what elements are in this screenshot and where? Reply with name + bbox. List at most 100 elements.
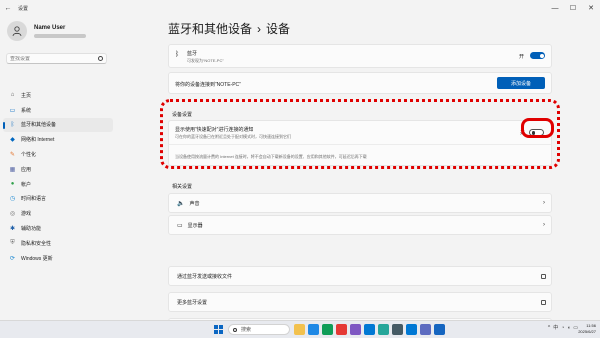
taskbar-app-0-icon[interactable]: [294, 324, 305, 335]
bluetooth-state: 开: [518, 54, 524, 60]
sidebar-item-label: 游戏: [21, 211, 32, 218]
bluetooth-title: 蓝牙: [187, 51, 198, 57]
taskbar-app-9-icon[interactable]: [420, 324, 431, 335]
system-icon: ▭: [9, 107, 16, 114]
personalization-icon: ✎: [9, 152, 16, 159]
add-device-card: 将你的设备连接到“NOTE-PC” 添加设备: [168, 72, 552, 94]
user-profile[interactable]: Name User: [7, 21, 86, 41]
sidebar-item-label: Windows 更新: [21, 255, 53, 262]
taskbar-app-1-icon[interactable]: [308, 324, 319, 335]
taskbar-search-label: 搜索: [241, 327, 252, 333]
windows-logo-tile: [214, 325, 218, 329]
sidebar-item-3[interactable]: ◆ 网络和 Internet: [3, 132, 113, 147]
taskbar: 搜索 ^ 中 ◔ ◖ ▭ 11:56 2025/6/27: [0, 320, 600, 338]
sidebar-item-7[interactable]: ◷ 时间和语言: [3, 192, 113, 207]
breadcrumb-parent[interactable]: 蓝牙和其他设备: [168, 22, 252, 36]
speaker-icon[interactable]: ◖: [567, 325, 570, 331]
sidebar-item-8[interactable]: ◎ 游戏: [3, 206, 113, 221]
sidebar-item-5[interactable]: ▦ 应用: [3, 162, 113, 177]
related-row-label: 更多蓝牙设置: [177, 299, 208, 306]
sidebar-item-label: 系统: [21, 107, 32, 114]
system-tray: ^ 中 ◔ ◖ ▭: [548, 324, 578, 332]
window-controls: — ☐ ✕: [546, 0, 600, 16]
sidebar-item-6[interactable]: ● 帐户: [3, 177, 113, 192]
sidebar-item-label: 隐私和安全性: [21, 240, 52, 247]
apps-icon: ▦: [9, 166, 16, 173]
sidebar-nav: ⌂ 主页 ▭ 系统 ᛒ 蓝牙和其他设备 ◆ 网络和 Internet ✎ 个性化 ▦ 应用 ● 帐户 ◷ 时间…: [3, 88, 113, 266]
sidebar-item-label: 蓝牙和其他设备: [21, 122, 57, 129]
bluetooth-card: ᛒ 蓝牙 可发现为“NOTE-PC” 开: [168, 44, 552, 68]
external-link-icon: [541, 299, 546, 305]
sidebar-item-label: 时间和语言: [21, 196, 47, 203]
sidebar-item-label: 个性化: [21, 152, 37, 159]
windows-logo-tile: [219, 325, 223, 329]
title-bar: ← 设置 — ☐ ✕: [0, 0, 600, 16]
add-device-label: 将你的设备连接到“NOTE-PC”: [175, 82, 241, 88]
taskbar-app-2-icon[interactable]: [322, 324, 333, 335]
maximize-button[interactable]: ☐: [564, 0, 582, 16]
related-row-2[interactable]: 通过蓝牙发送或接收文件: [168, 266, 552, 286]
sidebar-item-label: 主页: [21, 92, 32, 99]
sidebar-item-label: 网络和 Internet: [21, 137, 55, 144]
sidebar-item-1[interactable]: ▭ 系统: [3, 103, 113, 118]
taskbar-app-4-icon[interactable]: [350, 324, 361, 335]
sidebar-item-9[interactable]: ✱ 辅助功能: [3, 221, 113, 236]
sidebar-item-2[interactable]: ᛒ 蓝牙和其他设备: [3, 117, 113, 133]
windows-logo-tile: [214, 330, 218, 334]
related-row-label: 声音: [189, 200, 200, 207]
breadcrumb-separator: ›: [257, 22, 262, 36]
search-input[interactable]: [10, 55, 98, 62]
bluetooth-devices-icon: ᛒ: [10, 121, 15, 128]
settings-search[interactable]: [6, 53, 107, 64]
taskbar-app-3-icon[interactable]: [336, 324, 347, 335]
add-device-button[interactable]: 添加设备: [497, 77, 545, 89]
highlight-annotation-box: [160, 99, 560, 169]
related-row-label: 显示器: [187, 222, 203, 229]
windows-logo-tile: [219, 330, 223, 334]
display-icon: ▭: [177, 222, 183, 229]
back-arrow-icon[interactable]: ←: [0, 5, 16, 12]
related-settings-heading: 相关设置: [172, 184, 193, 190]
highlight-annotation-toggle: [521, 118, 554, 138]
sidebar-item-label: 辅助功能: [21, 226, 42, 233]
related-row-1[interactable]: ▭ 显示器 ›: [168, 215, 552, 235]
taskbar-app-7-icon[interactable]: [392, 324, 403, 335]
related-row-0[interactable]: 🔈 声音 ›: [168, 193, 552, 213]
clock-date: 2025/6/27: [578, 329, 596, 334]
sidebar-item-10[interactable]: ⛨ 隐私和安全性: [3, 236, 113, 251]
taskbar-app-8-icon[interactable]: [406, 324, 417, 335]
input-language-indicator[interactable]: 中: [553, 324, 558, 331]
start-button[interactable]: [214, 325, 223, 334]
windows-update-icon: ⟳: [9, 255, 16, 262]
sidebar-item-11[interactable]: ⟳ Windows 更新: [3, 251, 113, 266]
chevron-up-icon[interactable]: ^: [548, 325, 550, 331]
accessibility-icon: ✱: [9, 226, 16, 233]
search-icon: [98, 56, 103, 61]
window-title: 设置: [18, 5, 29, 12]
minimize-button[interactable]: —: [546, 0, 564, 16]
breadcrumb-current: 设备: [266, 22, 291, 36]
sidebar-item-0[interactable]: ⌂ 主页: [3, 88, 113, 103]
chevron-right-icon: ›: [543, 200, 545, 206]
wifi-icon[interactable]: ◔: [561, 325, 564, 331]
related-row-3[interactable]: 更多蓝牙设置: [168, 292, 552, 312]
taskbar-app-10-icon[interactable]: [434, 324, 445, 335]
network-icon: ◆: [10, 137, 15, 144]
home-icon: ⌂: [10, 92, 15, 99]
related-row-label: 通过蓝牙发送或接收文件: [177, 273, 233, 280]
close-button[interactable]: ✕: [582, 0, 600, 16]
bluetooth-subtitle: 可发现为“NOTE-PC”: [187, 58, 224, 63]
taskbar-app-5-icon[interactable]: [364, 324, 375, 335]
taskbar-app-6-icon[interactable]: [378, 324, 389, 335]
sidebar-item-label: 帐户: [21, 181, 32, 188]
bluetooth-icon: ᛒ: [175, 51, 180, 58]
user-name: Name User: [34, 24, 66, 31]
time-language-icon: ◷: [9, 196, 16, 203]
bluetooth-toggle[interactable]: [530, 52, 545, 59]
main-content: 蓝牙和其他设备 › 设备 ᛒ 蓝牙 可发现为“NOTE-PC” 开 将你的设备连接到…: [160, 16, 600, 338]
page-title: 蓝牙和其他设备 › 设备: [168, 20, 290, 37]
privacy-icon: ⛨: [10, 239, 15, 246]
taskbar-search[interactable]: 搜索: [228, 324, 290, 335]
clock[interactable]: 11:56 2025/6/27: [578, 323, 596, 335]
sidebar-item-4[interactable]: ✎ 个性化: [3, 147, 113, 162]
